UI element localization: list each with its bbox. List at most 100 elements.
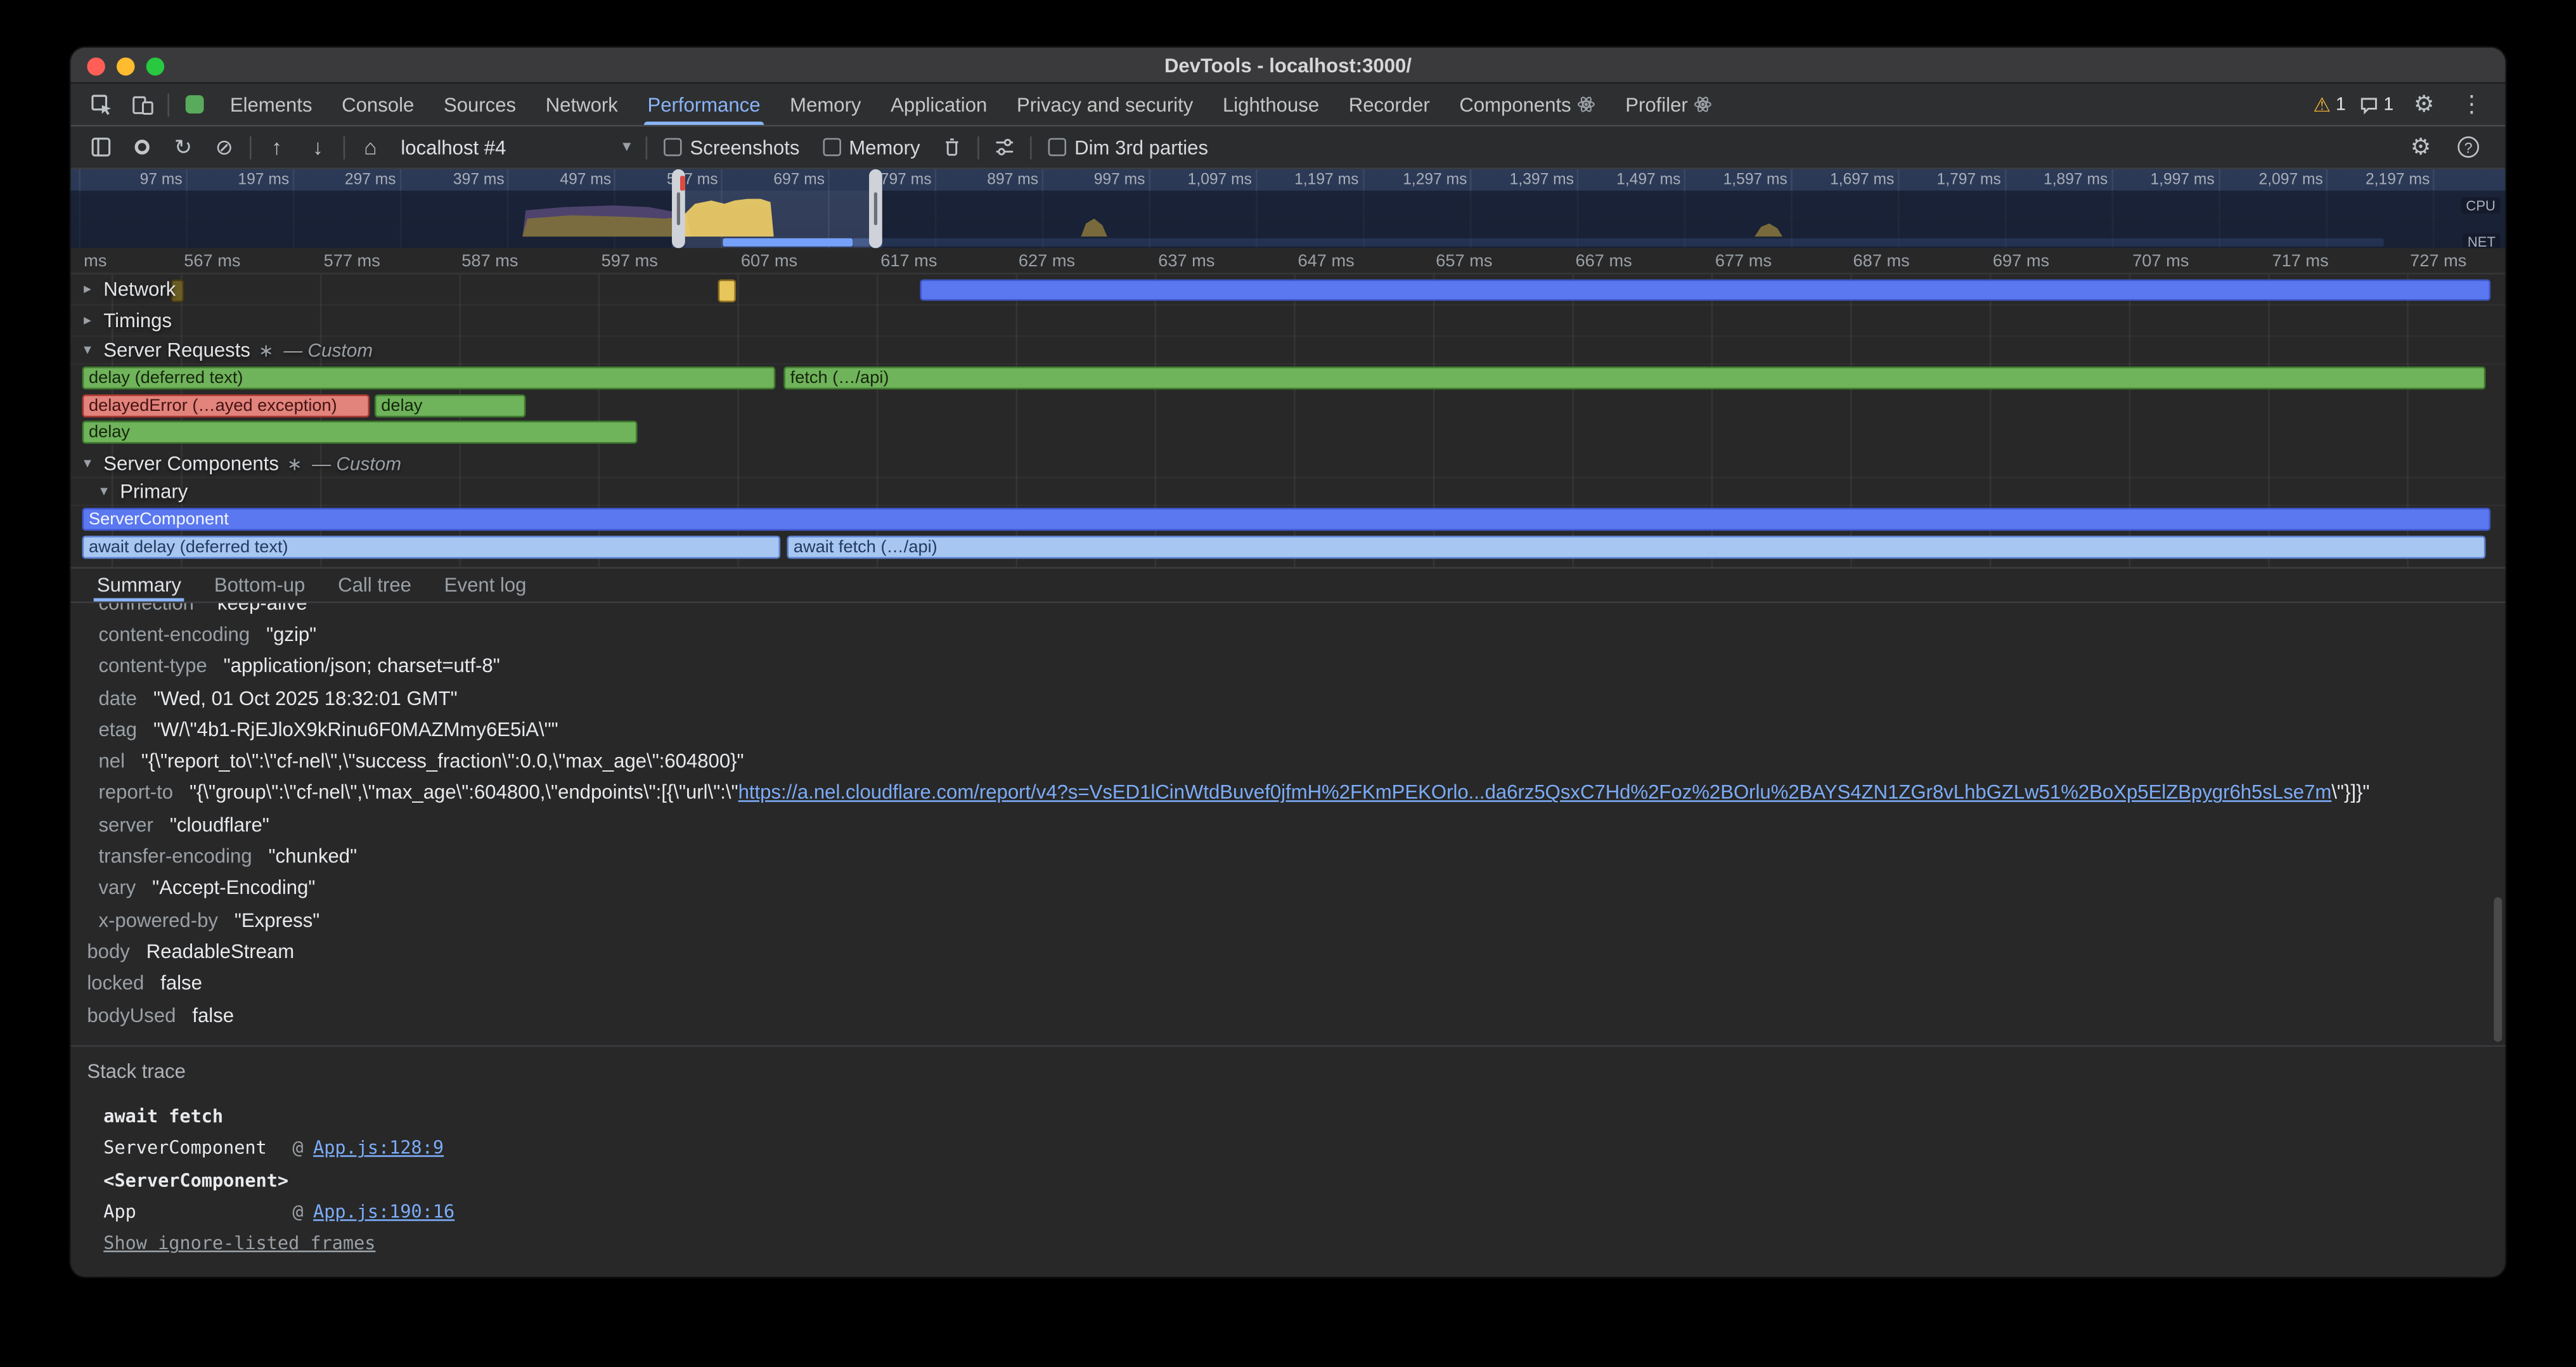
track-bars-row: ServerComponent [70, 506, 2505, 533]
tab-lighthouse[interactable]: Lighthouse [1208, 84, 1334, 125]
settings-gear-icon[interactable]: ⚙ [2404, 91, 2445, 119]
save-profile-button[interactable]: ↓ [297, 135, 338, 160]
device-toolbar-icon[interactable] [122, 84, 163, 125]
titlebar: DevTools - localhost:3000/ [70, 48, 2505, 84]
header-row: content-type"application/json; charset=u… [70, 650, 2505, 682]
overview-time-label: 1,397 ms [1482, 171, 1574, 190]
event-bar[interactable]: delay (deferred text) [82, 366, 776, 389]
overview-time-label: 1,697 ms [1802, 171, 1894, 190]
summary-pane[interactable]: connection"keep-alive" content-encoding"… [70, 603, 2505, 1045]
overview-time-label: 797 ms [839, 171, 931, 190]
inspect-icon[interactable] [80, 84, 122, 125]
show-ignore-listed-frames-link[interactable]: Show ignore-listed frames [103, 1233, 375, 1255]
panel-settings-gear-icon[interactable]: ⚙ [2400, 133, 2442, 161]
dim-3rd-parties-checkbox-group[interactable]: Dim 3rd parties [1037, 136, 1220, 159]
tab-components[interactable]: Components [1445, 84, 1611, 125]
screenshots-checkbox-group[interactable]: Screenshots [652, 136, 811, 159]
track-row-network[interactable]: ▸ Network [70, 275, 2505, 306]
overview-time-label: 1,797 ms [1909, 171, 2001, 190]
help-icon[interactable]: ? [2448, 136, 2489, 158]
event-bar[interactable]: await fetch (…/api) [787, 535, 2485, 558]
event-bar[interactable]: delay [375, 394, 525, 417]
tab-profiler[interactable]: Profiler [1611, 84, 1727, 125]
report-url-link[interactable]: https://a.nel.cloudflare.com/report/v4?s… [738, 781, 2332, 804]
track-row-timings[interactable]: ▸ Timings [70, 306, 2505, 337]
track-header-primary[interactable]: ▾ Primary [70, 478, 2505, 506]
tab-memory[interactable]: Memory [775, 84, 876, 125]
dim-3rd-parties-checkbox[interactable] [1048, 138, 1067, 157]
source-location-link[interactable]: App.js:128:9 [313, 1138, 444, 1160]
extension-icon[interactable] [174, 84, 216, 125]
overview-time-label: 297 ms [304, 171, 396, 190]
tab-summary[interactable]: Summary [80, 569, 198, 602]
screenshots-checkbox[interactable] [664, 138, 682, 157]
ruler-label: 647 ms [1298, 252, 1355, 271]
collapse-arrow-icon[interactable]: ▸ [84, 311, 91, 330]
scrollbar-thumb[interactable] [2494, 897, 2502, 1042]
collapse-arrow-icon[interactable]: ▾ [100, 483, 108, 501]
tabbar-right: ⚠ 1 1 ⚙ ⋮ [2310, 84, 2505, 125]
tab-performance[interactable]: Performance [633, 84, 775, 125]
source-location-link[interactable]: App.js:190:16 [313, 1202, 454, 1223]
tab-bottom-up[interactable]: Bottom-up [198, 569, 321, 602]
window-title: DevTools - localhost:3000/ [70, 48, 2505, 84]
clear-button[interactable]: ⊘ [203, 134, 245, 160]
tab-application[interactable]: Application [876, 84, 1002, 125]
track-label: Server Components [103, 452, 279, 475]
divider [977, 136, 979, 159]
live-metrics-home-icon[interactable]: ⌂ [350, 135, 391, 160]
warnings-badge[interactable]: ⚠ 1 [2310, 93, 2349, 115]
collapse-arrow-icon[interactable]: ▾ [84, 341, 91, 360]
tab-elements[interactable]: Elements [216, 84, 327, 125]
toggle-sidebar-icon[interactable] [80, 136, 122, 158]
network-request-bar-selected[interactable] [718, 278, 737, 301]
memory-checkbox[interactable] [823, 138, 841, 157]
kebab-menu-icon[interactable]: ⋮ [2451, 91, 2492, 119]
collapse-arrow-icon[interactable]: ▸ [84, 280, 91, 299]
event-bar[interactable]: delay [82, 421, 638, 444]
overview-time-label: 197 ms [197, 171, 289, 190]
screen: DevTools - localhost:3000/ Elements Cons… [0, 0, 2576, 1367]
throttling-tune-icon[interactable] [984, 136, 1026, 158]
header-row: server"cloudflare" [70, 808, 2505, 840]
history-select[interactable]: localhost #4 ▾ [391, 127, 641, 168]
property-row: lockedfalse [70, 967, 2505, 999]
stack-heading: <ServerComponent> [103, 1165, 2505, 1196]
ruler-label: 567 ms [184, 252, 240, 271]
tab-console[interactable]: Console [327, 84, 429, 125]
timeline-ruler[interactable]: ms 567 ms 577 ms 587 ms 597 ms 607 ms 61… [70, 248, 2505, 274]
tab-event-log[interactable]: Event log [428, 569, 543, 602]
ruler-label: 697 ms [1993, 252, 2049, 271]
ruler-label: 627 ms [1019, 252, 1075, 271]
issues-badge[interactable]: 1 [2355, 94, 2397, 114]
collapse-arrow-icon[interactable]: ▾ [84, 455, 91, 473]
tab-privacy-and-security[interactable]: Privacy and security [1002, 84, 1208, 125]
tab-network[interactable]: Network [531, 84, 633, 125]
network-request-bar-api[interactable] [920, 280, 2490, 301]
event-bar-error[interactable]: delayedError (…ayed exception) [82, 394, 370, 417]
collect-garbage-icon[interactable] [932, 136, 973, 158]
warning-icon: ⚠ [2313, 93, 2331, 115]
track-header-server-components[interactable]: ▾ Server Components∗— Custom [70, 450, 2505, 478]
track-header-server-requests[interactable]: ▾ Server Requests∗— Custom [70, 337, 2505, 365]
tab-call-tree[interactable]: Call tree [321, 569, 428, 602]
record-button[interactable] [122, 139, 163, 154]
event-bar[interactable]: fetch (…/api) [783, 366, 2485, 389]
stack-frame: App @ App.js:190:16 [103, 1196, 2505, 1228]
overview-time-label: 897 ms [946, 171, 1038, 190]
track-label: Timings [103, 309, 172, 332]
event-bar[interactable]: ServerComponent [82, 508, 2491, 531]
track-bars-row: delayedError (…ayed exception) delay [70, 392, 2505, 419]
ruler-label: 707 ms [2132, 252, 2189, 271]
marker-tick [680, 176, 685, 190]
memory-checkbox-group[interactable]: Memory [811, 136, 932, 159]
overview-time-label: 1,297 ms [1375, 171, 1467, 190]
record-and-reload-button[interactable]: ↻ [163, 134, 204, 160]
ruler-label: 657 ms [1436, 252, 1492, 271]
selection-handle-right[interactable] [869, 169, 882, 248]
load-profile-button[interactable]: ↑ [256, 135, 297, 160]
timeline-overview[interactable]: 97 ms 197 ms 297 ms 397 ms 497 ms 597 ms… [70, 169, 2505, 248]
tab-recorder[interactable]: Recorder [1334, 84, 1445, 125]
tab-sources[interactable]: Sources [429, 84, 531, 125]
event-bar[interactable]: await delay (deferred text) [82, 535, 781, 558]
